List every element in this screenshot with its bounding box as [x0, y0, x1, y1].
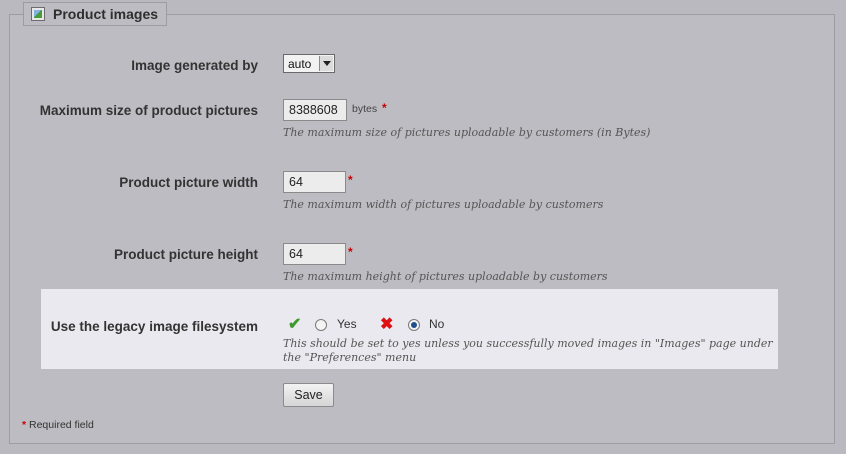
panel-title: Product images: [53, 6, 159, 22]
chevron-down-icon: [322, 61, 331, 66]
legacy-hint-line2: the "Preferences" menu: [283, 351, 417, 364]
picture-width-label: Product picture width: [119, 175, 258, 190]
required-field-text: Required field: [26, 419, 94, 431]
panel-legend: Product images: [23, 2, 168, 26]
bytes-unit-label: bytes: [352, 103, 378, 115]
max-size-hint: The maximum size of pictures uploadable …: [283, 126, 651, 139]
image-generated-by-select[interactable]: auto: [283, 54, 335, 73]
legacy-no-radio[interactable]: [408, 319, 420, 331]
max-size-label: Maximum size of product pictures: [39, 103, 258, 118]
image-icon: [31, 7, 45, 21]
legacy-yes-radio[interactable]: [315, 319, 327, 331]
product-images-panel: [9, 14, 835, 444]
dropdown-button[interactable]: [319, 56, 333, 71]
legacy-filesystem-label: Use the legacy image filesystem: [50, 319, 258, 334]
required-marker: *: [348, 173, 353, 187]
picture-height-hint: The maximum height of pictures uploadabl…: [283, 270, 608, 283]
legacy-hint-line1: This should be set to yes unless you suc…: [283, 337, 773, 350]
required-marker: *: [382, 101, 387, 115]
picture-width-hint: The maximum width of pictures uploadable…: [283, 198, 604, 211]
legacy-yes-label[interactable]: Yes: [337, 317, 357, 331]
picture-height-label: Product picture height: [113, 247, 258, 262]
required-field-note: * Required field: [22, 419, 94, 431]
picture-height-input[interactable]: 64: [283, 243, 346, 265]
check-icon: ✔: [288, 316, 302, 333]
required-marker: *: [348, 245, 353, 259]
image-generated-by-label: Image generated by: [131, 58, 258, 73]
save-button[interactable]: Save: [283, 383, 334, 407]
cross-icon: ✖: [380, 316, 394, 333]
legacy-no-label[interactable]: No: [429, 317, 444, 331]
image-generated-by-value: auto: [288, 56, 312, 71]
max-size-input[interactable]: 8388608: [283, 99, 347, 121]
picture-width-input[interactable]: 64: [283, 171, 346, 193]
